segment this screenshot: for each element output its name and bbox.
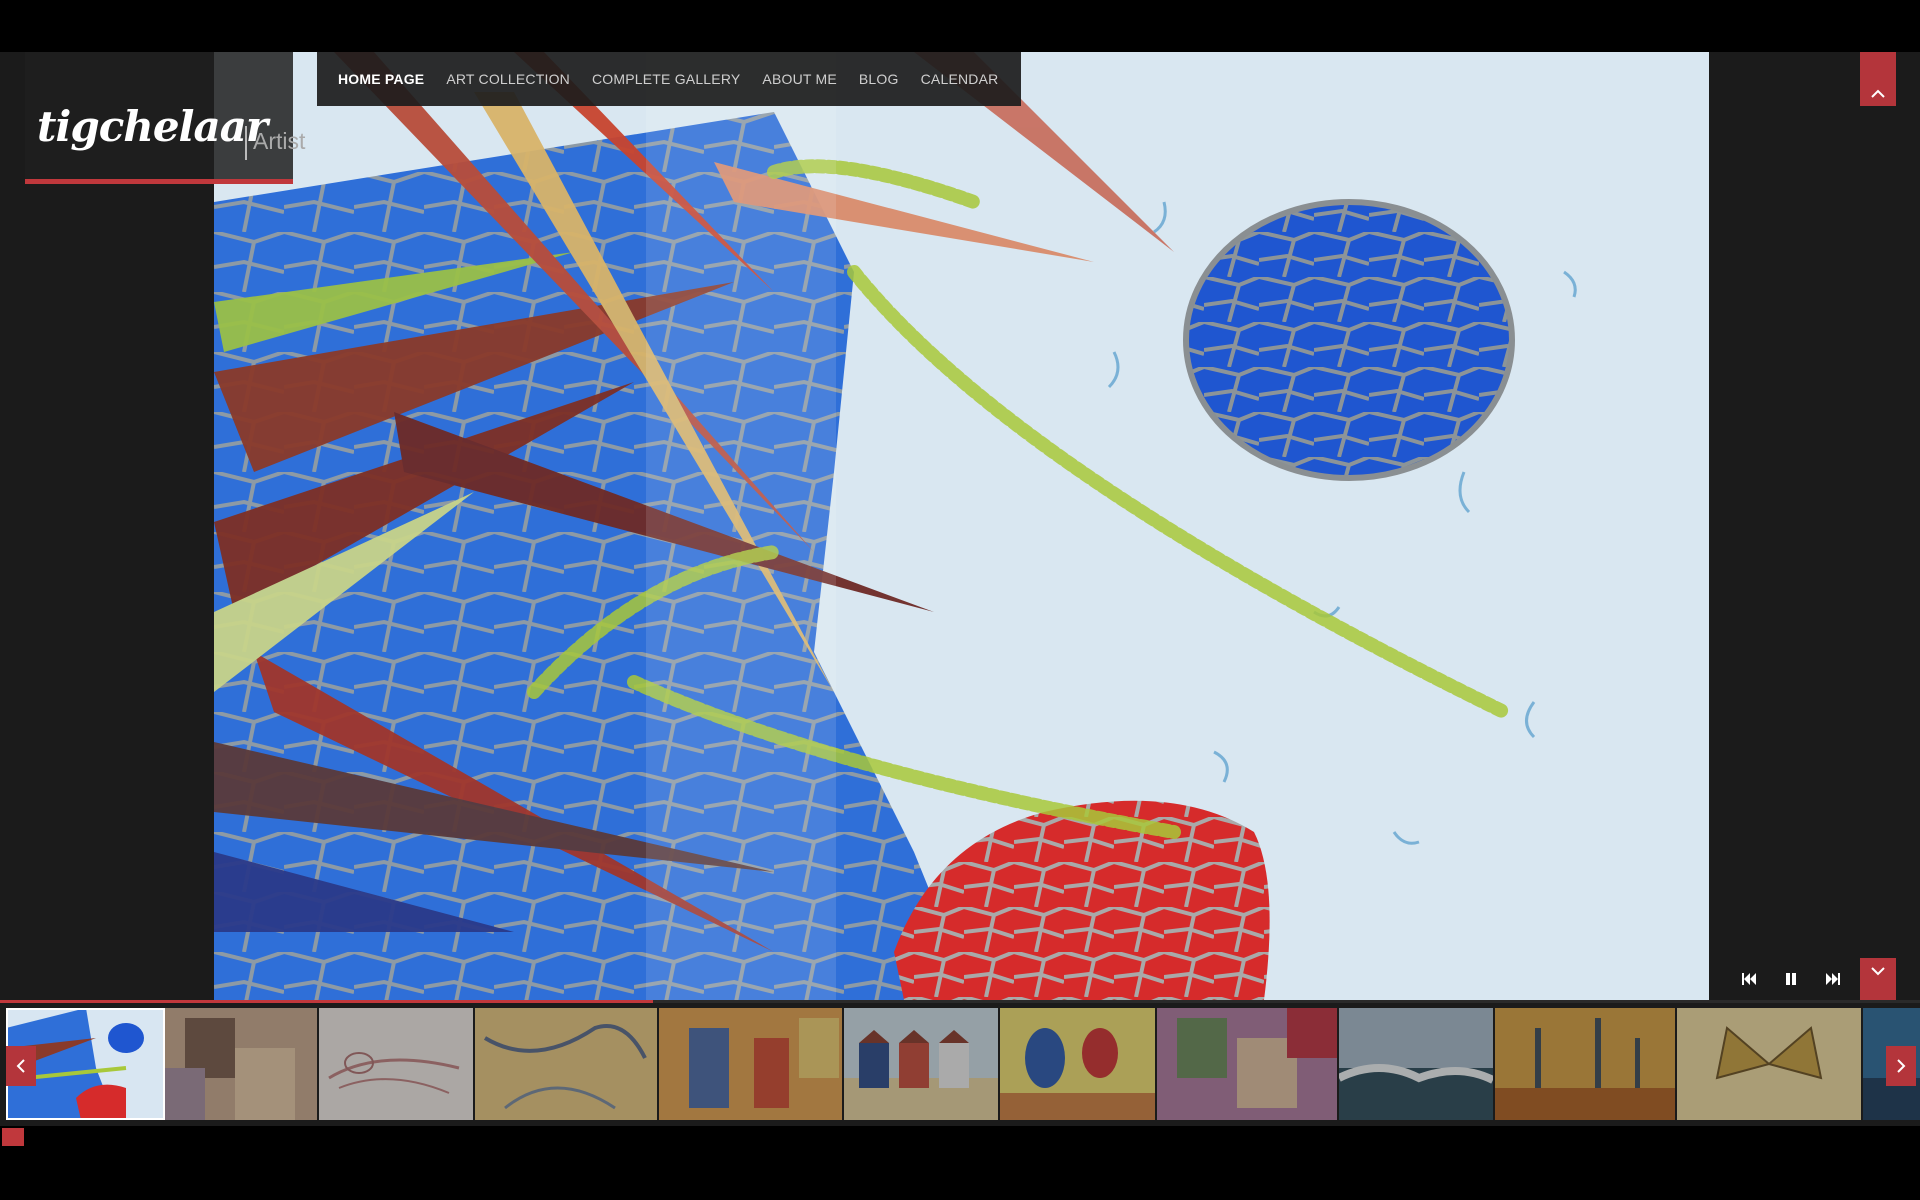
chevron-up-icon	[1871, 89, 1885, 98]
thumbnail-2[interactable]	[165, 1008, 319, 1120]
thumbnails-prev-button[interactable]	[6, 1046, 36, 1086]
thumbnail-4[interactable]	[475, 1008, 659, 1120]
thumbnail-11[interactable]	[1677, 1008, 1863, 1120]
thumbnail-3[interactable]	[319, 1008, 475, 1120]
thumbnail-8[interactable]	[1157, 1008, 1339, 1120]
nav-complete-gallery[interactable]: COMPLETE GALLERY	[581, 71, 751, 87]
slide-progress-fill	[0, 1000, 653, 1003]
previous-icon	[1742, 973, 1756, 985]
nav-about-me[interactable]: ABOUT ME	[751, 71, 847, 87]
chevron-right-icon	[1897, 1059, 1906, 1073]
thumbnail-5[interactable]	[659, 1008, 844, 1120]
nav-art-collection[interactable]: ART COLLECTION	[435, 71, 581, 87]
logo-wordmark: tigchelaar	[37, 102, 268, 151]
thumbnail-9[interactable]	[1339, 1008, 1495, 1120]
thumbnail-strip	[0, 1006, 1920, 1124]
next-icon	[1826, 973, 1840, 985]
nav-blog[interactable]: BLOG	[848, 71, 910, 87]
slideshow-controls	[1730, 960, 1852, 998]
slide-indicator	[2, 1128, 24, 1146]
thumbnail-7[interactable]	[1000, 1008, 1157, 1120]
logo-divider	[245, 126, 247, 160]
next-slide-button[interactable]	[1814, 960, 1852, 998]
thumbnail-10[interactable]	[1495, 1008, 1677, 1120]
nav-calendar[interactable]: CALENDAR	[910, 71, 1010, 87]
thumbnails-next-button[interactable]	[1886, 1046, 1916, 1086]
site-logo[interactable]: tigchelaar Artist	[25, 52, 305, 184]
pause-icon	[1786, 973, 1796, 985]
slide-progress-bar	[0, 1000, 1920, 1003]
previous-slide-button[interactable]	[1730, 960, 1768, 998]
chevron-down-icon	[1871, 967, 1885, 976]
featured-artwork	[214, 52, 1709, 1000]
nav-home-page[interactable]: HOME PAGE	[327, 71, 435, 87]
main-nav: HOME PAGE ART COLLECTION COMPLETE GALLER…	[317, 52, 1022, 106]
chevron-left-icon	[16, 1059, 25, 1073]
pause-slideshow-button[interactable]	[1772, 960, 1810, 998]
collapse-top-button[interactable]	[1860, 52, 1896, 106]
logo-tagline: Artist	[253, 128, 306, 154]
toggle-thumbnails-button[interactable]	[1860, 958, 1896, 1000]
thumbnail-6[interactable]	[844, 1008, 1000, 1120]
